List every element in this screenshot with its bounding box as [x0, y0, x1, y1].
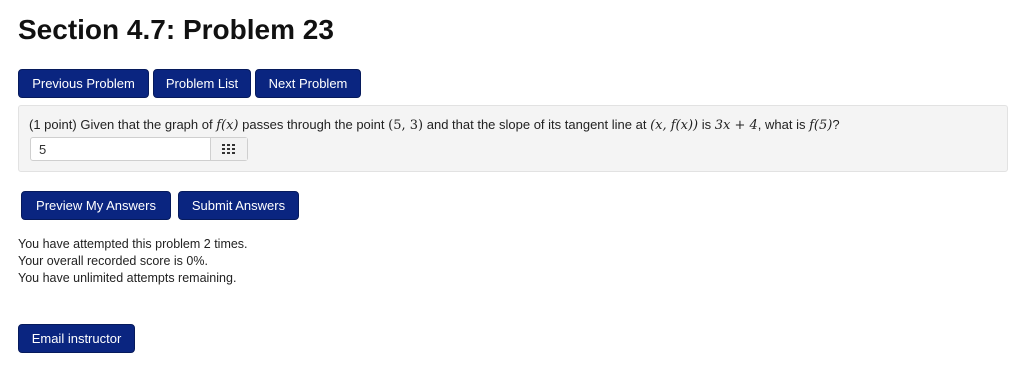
math-tangent-point: (x, f(x))	[650, 118, 699, 133]
math-query: f(5)	[809, 118, 833, 133]
attempt-status: You have attempted this problem 2 times.…	[18, 236, 248, 287]
keypad-glyph	[222, 144, 235, 154]
problem-text-1: Given that the graph of	[80, 117, 213, 132]
math-slope: 3x + 4	[714, 118, 758, 133]
preview-answers-button[interactable]: Preview My Answers	[21, 191, 171, 220]
page-title: Section 4.7: Problem 23	[18, 14, 334, 45]
problem-statement: (1 point) Given that the graph of f(x) p…	[29, 117, 840, 133]
email-instructor-button[interactable]: Email instructor	[18, 324, 135, 353]
attempts-text: You have attempted this problem 2 times.	[18, 237, 248, 251]
answer-field	[30, 137, 248, 161]
remaining-text: You have unlimited attempts remaining.	[18, 271, 237, 285]
problem-text-3: and that the slope of its tangent line a…	[426, 117, 647, 132]
answer-input[interactable]	[31, 138, 211, 160]
problem-text-2: passes through the point	[242, 117, 385, 132]
submit-answers-button[interactable]: Submit Answers	[178, 191, 299, 220]
problem-text-5: , what is	[757, 117, 806, 132]
points-label: (1 point)	[29, 117, 77, 132]
next-problem-button[interactable]: Next Problem	[255, 69, 361, 98]
math-point: (5, 3)	[388, 118, 424, 133]
score-text: Your overall recorded score is 0%.	[18, 254, 208, 268]
problem-list-button[interactable]: Problem List	[153, 69, 251, 98]
keypad-icon[interactable]	[210, 138, 247, 160]
previous-problem-button[interactable]: Previous Problem	[18, 69, 149, 98]
problem-text-6: ?	[832, 117, 840, 132]
problem-text-4: is	[701, 117, 712, 132]
math-fx: f(x)	[216, 118, 239, 133]
problem-panel: (1 point) Given that the graph of f(x) p…	[18, 105, 1008, 172]
